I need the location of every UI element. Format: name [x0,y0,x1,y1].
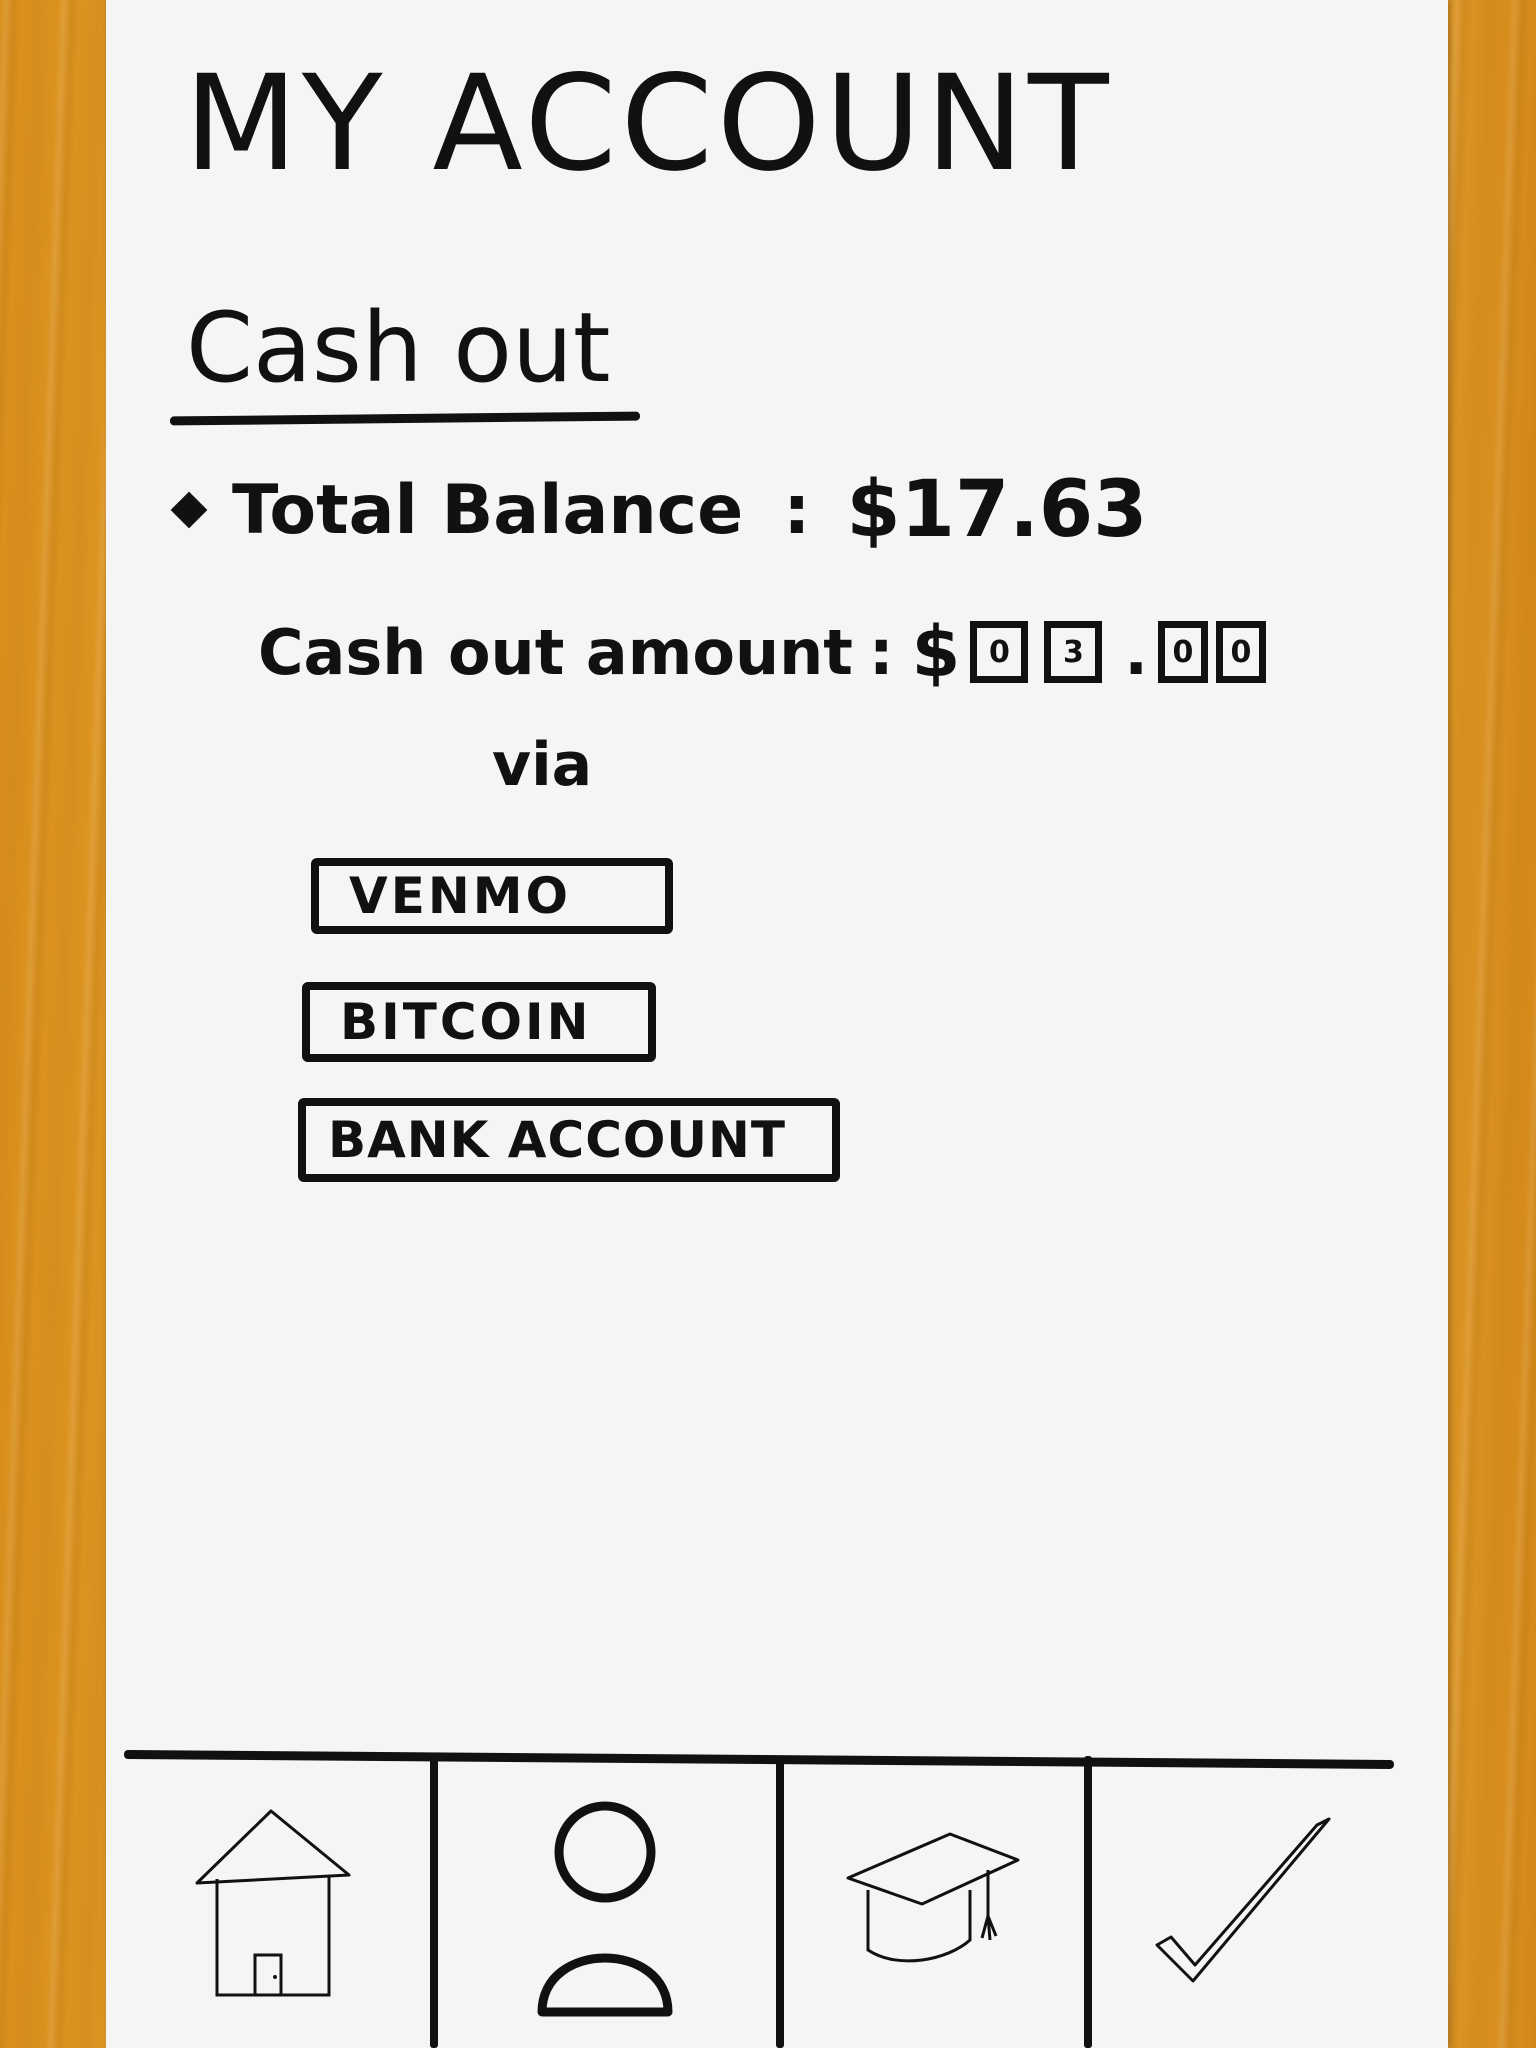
amount-digit-input-tens[interactable]: 0 [970,621,1029,683]
tab-home[interactable] [124,1762,424,2048]
tab-account[interactable] [436,1762,774,2048]
venmo-button[interactable]: VENMO [311,858,673,934]
cash-out-amount-separator: : [868,615,894,689]
bank-account-button[interactable]: BANK ACCOUNT [298,1098,840,1182]
cash-out-amount-label: Cash out amount [258,615,853,689]
total-balance-value: $17.63 [846,465,1148,555]
total-balance-label: Total Balance [232,470,744,550]
amount-digit-input-tenths[interactable]: 0 [1157,621,1208,683]
page-title: MY ACCOUNT [184,47,1113,201]
checkmark-icon [1155,1817,1331,1983]
tab-divider [776,1756,784,2048]
bottom-tab-bar [123,1750,1394,2048]
amount-digit-input-hundredths[interactable]: 0 [1215,621,1266,683]
tab-learn[interactable] [784,1762,1082,2048]
total-balance-separator: : [783,470,811,550]
section-title: Cash out [186,292,611,404]
graduation-cap-icon [846,1832,1020,1963]
section-underline [169,411,641,426]
total-balance-row: Total Balance : $17.63 [170,465,1147,555]
tab-done[interactable] [1092,1762,1394,2048]
decimal-point: . [1124,615,1148,689]
bullet-icon [170,491,208,529]
currency-symbol: $ [911,611,961,693]
person-icon [537,1801,673,2017]
home-icon [195,1809,351,1997]
bitcoin-button[interactable]: BITCOIN [302,982,656,1062]
via-label: via [492,730,593,800]
amount-digit-input-ones[interactable]: 3 [1044,621,1103,683]
screen: MY ACCOUNT Cash out Total Balance : $17.… [106,0,1448,2048]
tab-divider [1084,1756,1092,2048]
cash-out-amount-row: Cash out amount : $ 0 3 . 0 0 [258,611,1274,693]
